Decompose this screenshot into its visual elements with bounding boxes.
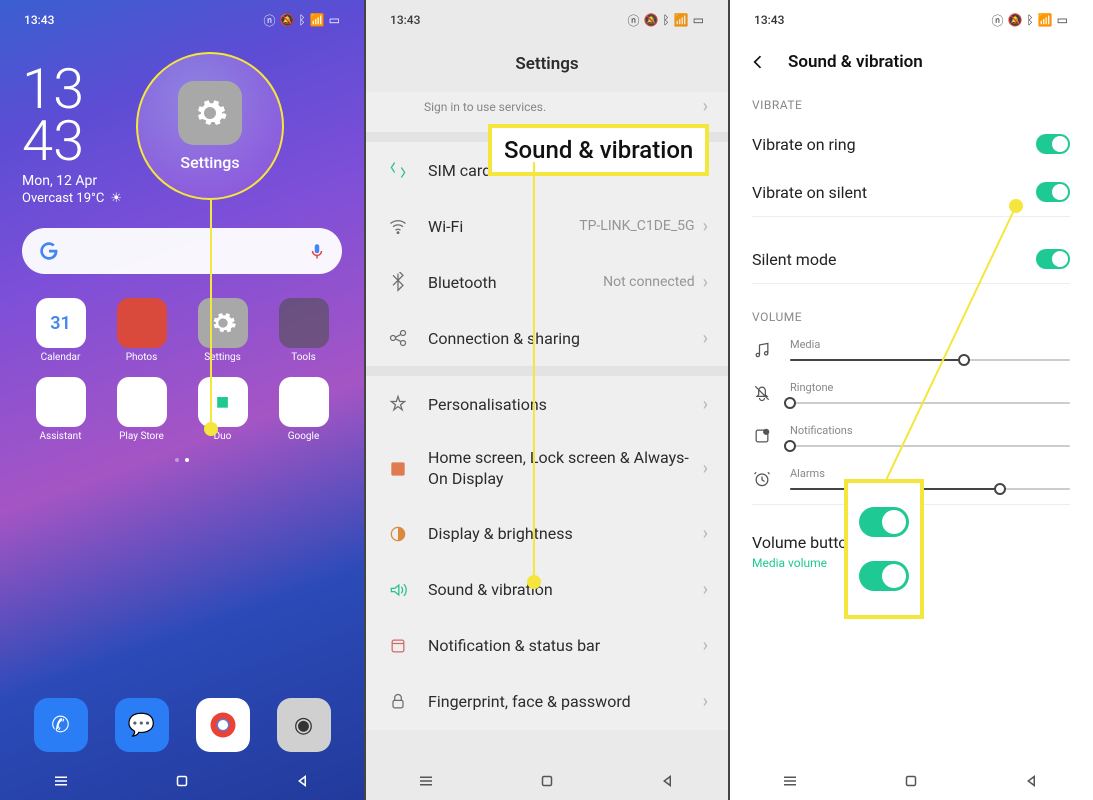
nav-recent-icon[interactable] xyxy=(52,772,70,790)
slider-alarms xyxy=(790,488,1070,490)
app-assistant[interactable]: Assistant xyxy=(20,377,101,442)
page-title: Settings xyxy=(366,34,728,92)
section-volume: Volume xyxy=(730,302,1092,332)
dock-camera[interactable]: ◉ xyxy=(277,698,331,752)
volume-media[interactable]: Media xyxy=(730,332,1092,375)
toggle-vibrate-silent[interactable] xyxy=(1036,182,1070,202)
row-vibrate-silent[interactable]: Vibrate on silent xyxy=(730,168,1092,216)
nav-home-icon[interactable] xyxy=(538,772,556,790)
slider-ringtone xyxy=(790,402,1070,404)
home-screen: 13:43 ⓝ🔕ᛒ📶▭ 13 43 Mon, 12 Apr Overcast 1… xyxy=(0,0,364,800)
callout-dot xyxy=(204,422,218,436)
app-calendar[interactable]: 31Calendar xyxy=(20,298,101,363)
notification-icon xyxy=(752,426,772,446)
row-notification[interactable]: Notification & status bar› xyxy=(366,618,728,674)
music-icon xyxy=(752,340,772,360)
slider-media xyxy=(790,359,1070,361)
slider-notifications xyxy=(790,445,1070,447)
app-settings[interactable]: Settings xyxy=(182,298,263,363)
dock: ✆ 💬 ◉ xyxy=(20,698,344,752)
row-homescreen[interactable]: Home screen, Lock screen & Always-On Dis… xyxy=(366,432,728,506)
sound-vibration-screen: 13:43 ⓝ🔕ᛒ📶▭ Sound & vibration Vibrate Vi… xyxy=(728,0,1092,800)
callout-toggles xyxy=(844,479,924,619)
callout-label: Settings xyxy=(180,153,239,172)
status-bar: 13:43 ⓝ🔕ᛒ📶▭ xyxy=(730,0,1092,34)
status-bar: 13:43 ⓝ🔕ᛒ📶▭ xyxy=(0,0,364,34)
bell-off-icon xyxy=(752,383,772,403)
row-wifi[interactable]: Wi-FiTP-LINK_C1DE_5G› xyxy=(366,198,728,254)
status-icons: ⓝ🔕ᛒ📶▭ xyxy=(264,12,340,29)
search-bar[interactable] xyxy=(22,228,342,274)
toggle-silent-mode[interactable] xyxy=(1036,249,1070,269)
google-icon xyxy=(38,240,60,262)
dock-messages[interactable]: 💬 xyxy=(115,698,169,752)
row-personalisations[interactable]: Personalisations› xyxy=(366,376,728,432)
page-title: Sound & vibration xyxy=(788,52,923,72)
nav-back-icon[interactable] xyxy=(659,772,677,790)
status-bar: 13:43 ⓝ🔕ᛒ📶▭ xyxy=(366,0,728,34)
row-display[interactable]: Display & brightness› xyxy=(366,506,728,562)
app-playstore[interactable]: ▶Play Store xyxy=(101,377,182,442)
app-duo[interactable]: ■Duo xyxy=(182,377,263,442)
row-fingerprint[interactable]: Fingerprint, face & password› xyxy=(366,674,728,730)
nav-home-icon[interactable] xyxy=(173,772,191,790)
row-connection[interactable]: Connection & sharing› xyxy=(366,310,728,366)
nav-recent-icon[interactable] xyxy=(781,772,799,790)
dock-phone[interactable]: ✆ xyxy=(34,698,88,752)
callout-line xyxy=(210,200,212,430)
app-tools[interactable]: Tools xyxy=(263,298,344,363)
nav-home-icon[interactable] xyxy=(902,772,920,790)
app-google[interactable]: Google xyxy=(263,377,344,442)
callout-circle: Settings xyxy=(136,52,284,200)
row-silent-mode[interactable]: Silent mode xyxy=(730,235,1092,283)
callout-sound-vibration: Sound & vibration xyxy=(488,124,709,176)
section-vibrate: Vibrate xyxy=(730,90,1092,120)
page-indicator xyxy=(0,458,364,462)
dock-chrome[interactable] xyxy=(196,698,250,752)
settings-screen: 13:43 ⓝ🔕ᛒ📶▭ Settings Sign in to use serv… xyxy=(364,0,728,800)
mic-icon[interactable] xyxy=(308,242,326,260)
nav-back-icon[interactable] xyxy=(1023,772,1041,790)
row-bluetooth[interactable]: BluetoothNot connected› xyxy=(366,254,728,310)
nav-bar xyxy=(0,762,364,800)
alarm-icon xyxy=(752,469,772,489)
nav-bar xyxy=(730,762,1092,800)
nav-back-icon[interactable] xyxy=(294,772,312,790)
row-sound-vibration[interactable]: Sound & vibration› xyxy=(366,562,728,618)
settings-header: Sound & vibration xyxy=(730,34,1092,90)
volume-notifications[interactable]: Notifications xyxy=(730,418,1092,461)
chevron-right-icon: › xyxy=(703,96,708,117)
toggle-icon xyxy=(859,507,909,537)
volume-ringtone[interactable]: Ringtone xyxy=(730,375,1092,418)
toggle-icon xyxy=(859,561,909,591)
status-time: 13:43 xyxy=(24,13,54,27)
nav-bar xyxy=(366,762,728,800)
app-grid: 31Calendar Photos Settings Tools Assista… xyxy=(0,274,364,442)
nav-recent-icon[interactable] xyxy=(417,772,435,790)
gear-icon xyxy=(178,81,242,145)
toggle-vibrate-ring[interactable] xyxy=(1036,134,1070,154)
row-vibrate-ring[interactable]: Vibrate on ring xyxy=(730,120,1092,168)
app-photos[interactable]: Photos xyxy=(101,298,182,363)
back-icon[interactable] xyxy=(748,52,768,72)
